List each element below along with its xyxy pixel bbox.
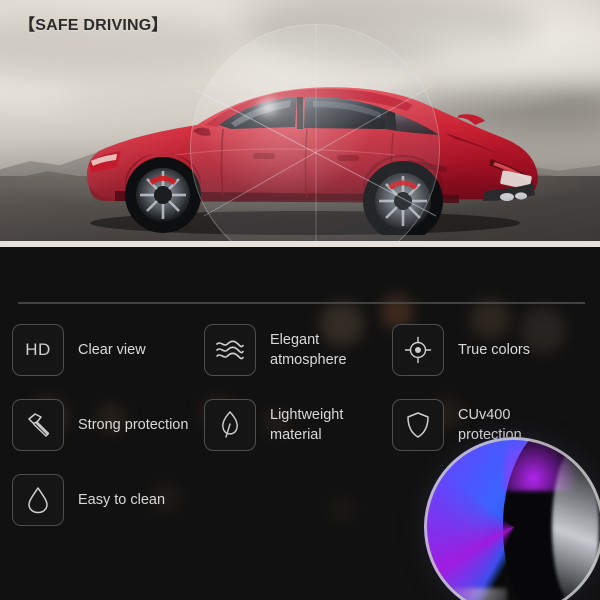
feature-label: Elegant atmosphere (270, 332, 347, 368)
hammer-icon (12, 399, 64, 451)
crosshair-icon (392, 324, 444, 376)
feature-item-easy-to-clean[interactable]: Easy to clean (12, 474, 192, 526)
hero-photo: 【SAFE DRIVING】 (0, 0, 600, 247)
uv-protection-lens-graphic (424, 437, 600, 600)
feature-label: Clear view (78, 342, 146, 358)
feature-label: Easy to clean (78, 492, 166, 508)
shield-icon (392, 399, 444, 451)
feature-item-strong-protection[interactable]: Strong protection (12, 399, 192, 451)
product-feature-page: 【SAFE DRIVING】 HD Clear view Elegant atm… (0, 0, 600, 600)
feature-label: Strong protection (78, 417, 189, 433)
feature-label: Lightweight material (270, 407, 344, 443)
features-panel: HD Clear view Elegant atmosphere True co… (0, 247, 600, 600)
hd-icon: HD (12, 324, 64, 376)
feature-row: HD Clear view Elegant atmosphere True co… (0, 324, 600, 399)
car-photo-subject (55, 55, 555, 235)
leaf-icon (204, 399, 256, 451)
page-title: 【SAFE DRIVING】 (19, 17, 168, 34)
feature-item-elegant-atmosphere[interactable]: Elegant atmosphere (204, 324, 384, 376)
water-drop-icon (12, 474, 64, 526)
section-divider (18, 302, 585, 304)
feature-item-lightweight-material[interactable]: Lightweight material (204, 399, 384, 451)
feature-item-true-colors[interactable]: True colors (392, 324, 592, 376)
waves-icon (204, 324, 256, 376)
lens-rim (424, 437, 600, 600)
feature-label: True colors (458, 342, 530, 358)
feature-item-clear-view[interactable]: HD Clear view (12, 324, 192, 376)
hd-icon-label: HD (25, 340, 51, 359)
